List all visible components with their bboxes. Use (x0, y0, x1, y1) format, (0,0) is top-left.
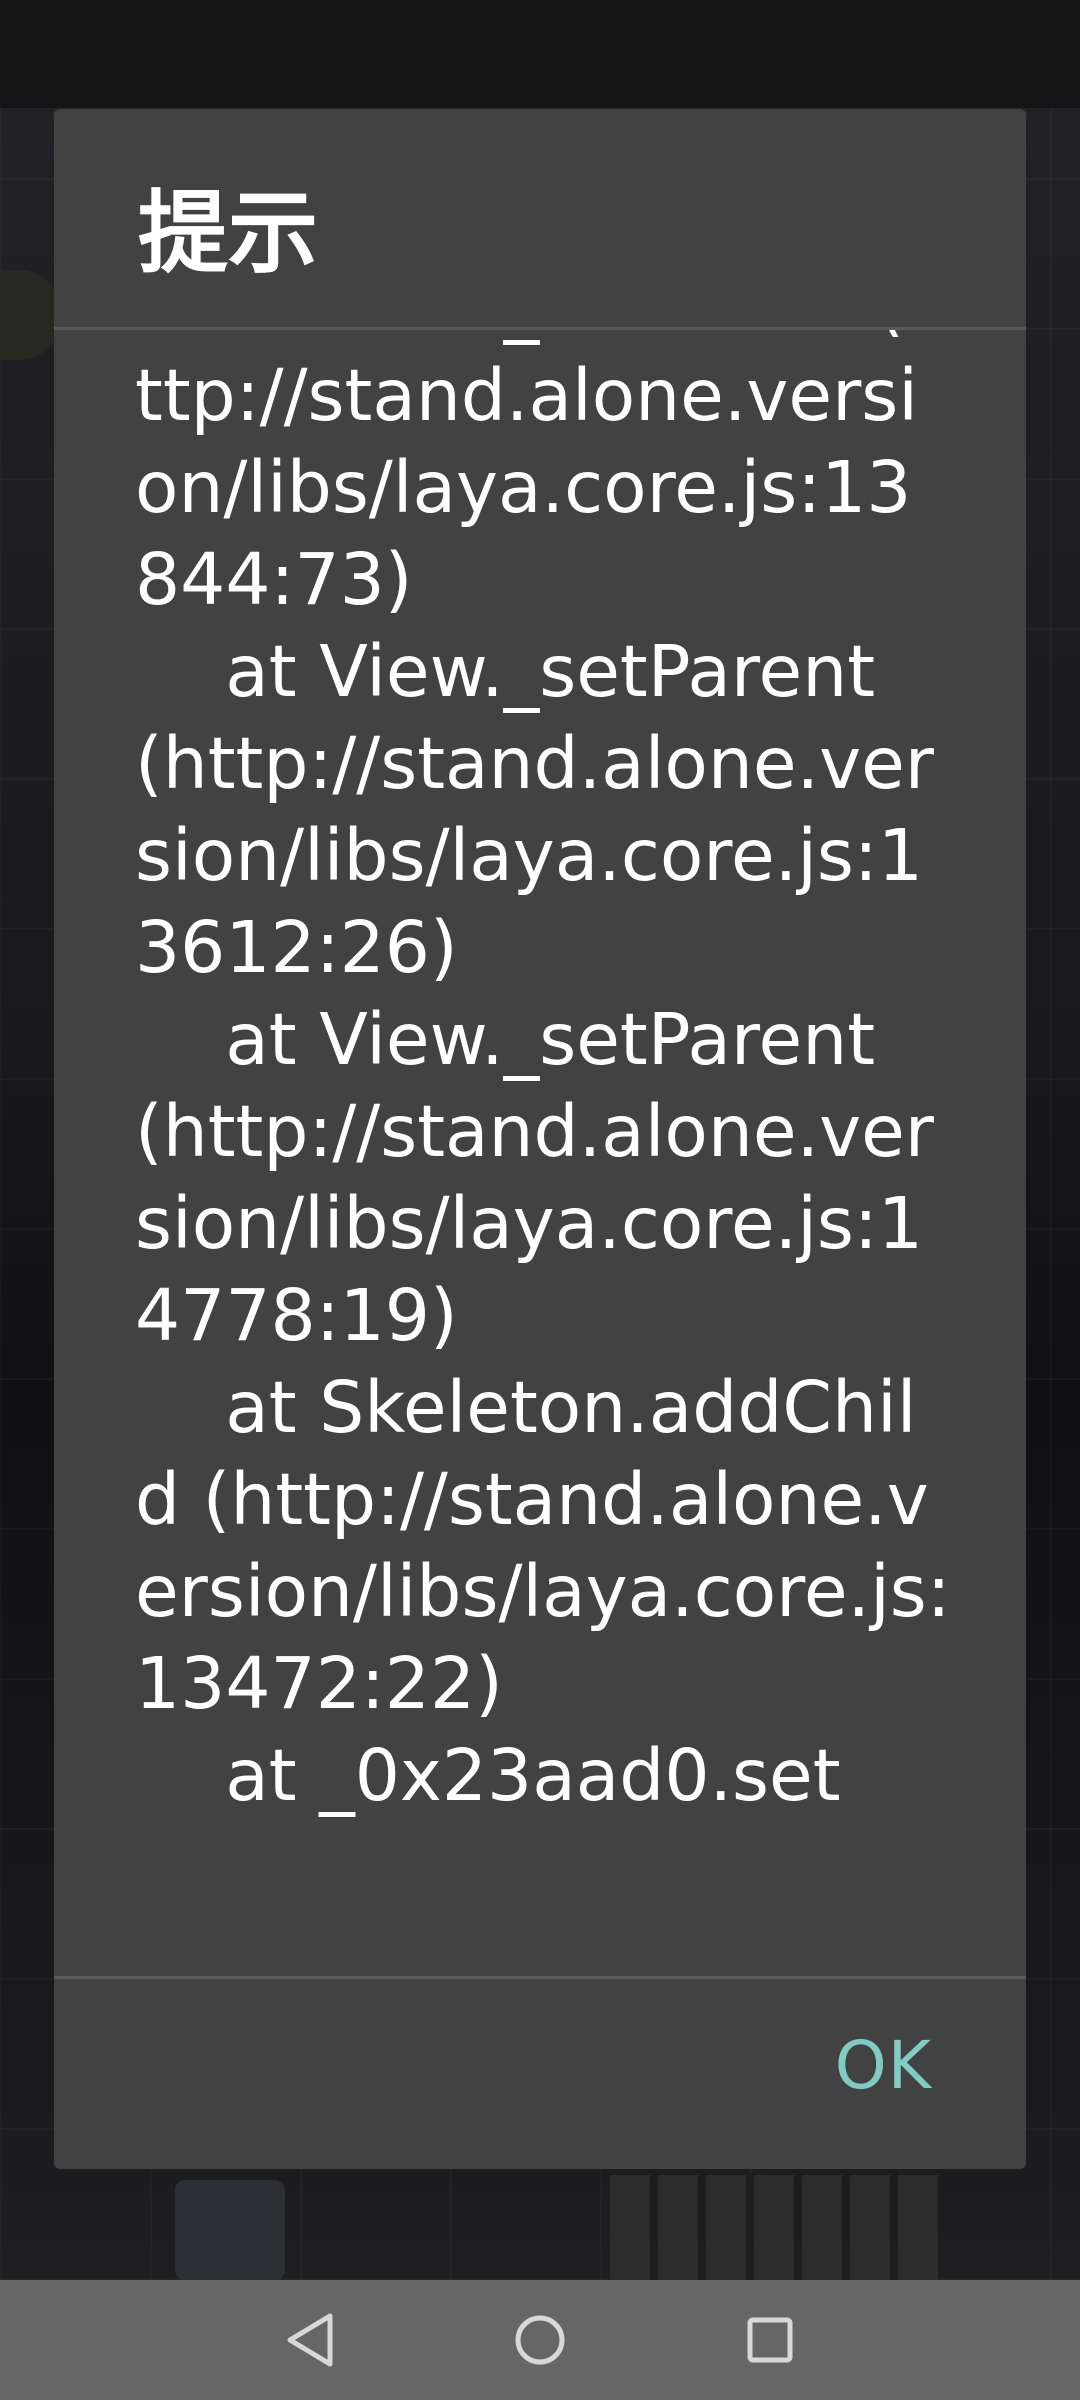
dialog-title: 提示 (138, 181, 318, 286)
button-divider (54, 1976, 1026, 1979)
ok-button[interactable]: OK (835, 2027, 932, 2104)
home-icon (515, 2315, 565, 2365)
error-stack-trace: at View._onAdded (http://stand.alone.ver… (135, 330, 951, 1817)
home-button[interactable] (510, 2310, 570, 2370)
alert-dialog: 提示 at View._onAdded (http://stand.alone.… (54, 109, 1026, 2169)
recent-apps-icon (747, 2317, 793, 2363)
back-button[interactable] (280, 2310, 340, 2370)
background-character-decoration (175, 2180, 285, 2280)
background-shelf-decoration (610, 2175, 940, 2280)
screen: 提示 at View._onAdded (http://stand.alone.… (0, 0, 1080, 2400)
message-scroll-area[interactable]: at View._onAdded (http://stand.alone.ver… (54, 330, 1026, 1976)
recent-apps-button[interactable] (740, 2310, 800, 2370)
navigation-bar (0, 2280, 1080, 2400)
back-icon (287, 2313, 333, 2367)
